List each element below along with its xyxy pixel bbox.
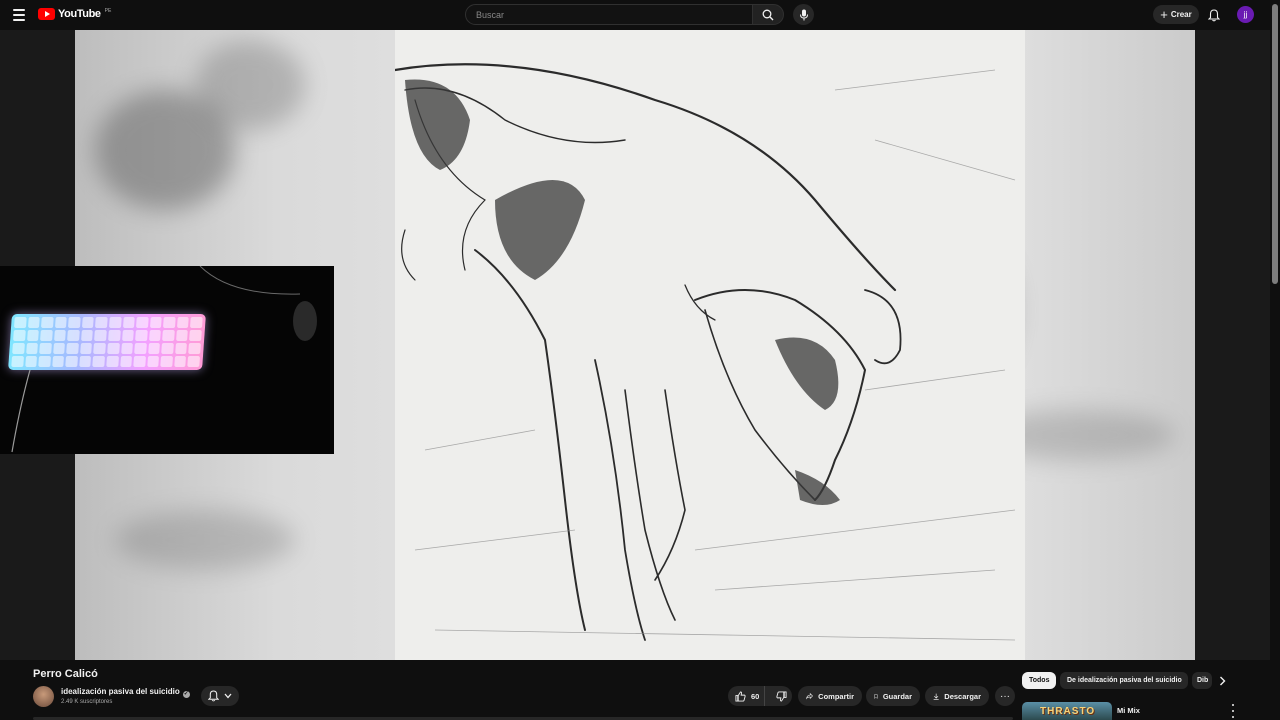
menu-icon[interactable] <box>10 6 28 24</box>
bell-icon <box>208 690 219 702</box>
more-actions-icon[interactable]: ··· <box>995 686 1015 706</box>
chip-from-channel[interactable]: De idealización pasiva del suicidio <box>1060 672 1188 689</box>
dog-sketch-image <box>395 30 1025 660</box>
notifications-button[interactable] <box>1205 6 1223 24</box>
thumbs-down-icon <box>775 690 787 702</box>
top-bar: YouTube PE + Crear jj <box>0 0 1280 30</box>
video-details: Perro Calicó idealización pasiva del sui… <box>0 660 1270 720</box>
save-button[interactable]: Guardar <box>866 686 920 706</box>
download-button[interactable]: Descargar <box>925 686 989 706</box>
country-code: PE <box>104 7 112 14</box>
verified-icon: ✓ <box>182 691 190 698</box>
recommendation-title[interactable]: Mi Mix <box>1117 706 1140 715</box>
recommendation-thumbnail[interactable]: THRASTO <box>1022 702 1112 720</box>
recommendation-menu-icon[interactable] <box>1228 704 1238 718</box>
plus-icon: + <box>1160 7 1168 22</box>
download-icon <box>933 693 939 700</box>
chevron-down-icon <box>224 693 232 699</box>
create-label: Crear <box>1170 10 1192 19</box>
search-button[interactable] <box>752 4 784 25</box>
video-title: Perro Calicó <box>33 668 98 680</box>
microphone-icon <box>799 9 808 20</box>
download-label: Descargar <box>944 691 981 701</box>
video-player[interactable] <box>0 30 1270 660</box>
search-icon <box>762 9 774 20</box>
channel-avatar[interactable] <box>33 686 54 707</box>
thumbs-up-icon <box>735 690 746 702</box>
chip-all[interactable]: Todos <box>1022 672 1056 689</box>
account-avatar[interactable]: jj <box>1237 6 1254 23</box>
search-box <box>465 4 753 25</box>
chevron-right-icon[interactable] <box>1214 673 1230 689</box>
youtube-play-icon <box>38 8 55 20</box>
page-scrollbar[interactable] <box>1270 0 1280 720</box>
share-icon <box>806 692 813 700</box>
subscribed-notifications-button[interactable] <box>201 686 239 706</box>
share-label: Compartir <box>818 691 854 701</box>
dislike-button[interactable] <box>770 686 792 706</box>
like-count: 60 <box>751 691 760 701</box>
voice-search-button[interactable] <box>793 4 814 25</box>
subscriber-count: 2.49 K suscriptores <box>61 699 113 705</box>
save-label: Guardar <box>882 691 912 701</box>
like-button[interactable]: 60 <box>728 686 766 706</box>
bookmark-icon <box>874 693 878 699</box>
chip-drawing[interactable]: Dib <box>1192 672 1212 689</box>
create-button[interactable]: + Crear <box>1153 5 1199 24</box>
search-input[interactable] <box>476 9 752 20</box>
share-button[interactable]: Compartir <box>798 686 862 706</box>
channel-name[interactable]: idealización pasiva del suicidio ✓ <box>61 687 190 698</box>
like-dislike-group: 60 <box>728 686 792 706</box>
thumbnail-text: THRASTO <box>1040 706 1096 717</box>
scrollbar-thumb[interactable] <box>1272 4 1278 284</box>
logo-text: YouTube <box>58 8 101 20</box>
webcam-overlay <box>0 266 334 454</box>
bell-icon <box>1208 8 1220 21</box>
youtube-logo[interactable]: YouTube PE <box>38 8 111 20</box>
